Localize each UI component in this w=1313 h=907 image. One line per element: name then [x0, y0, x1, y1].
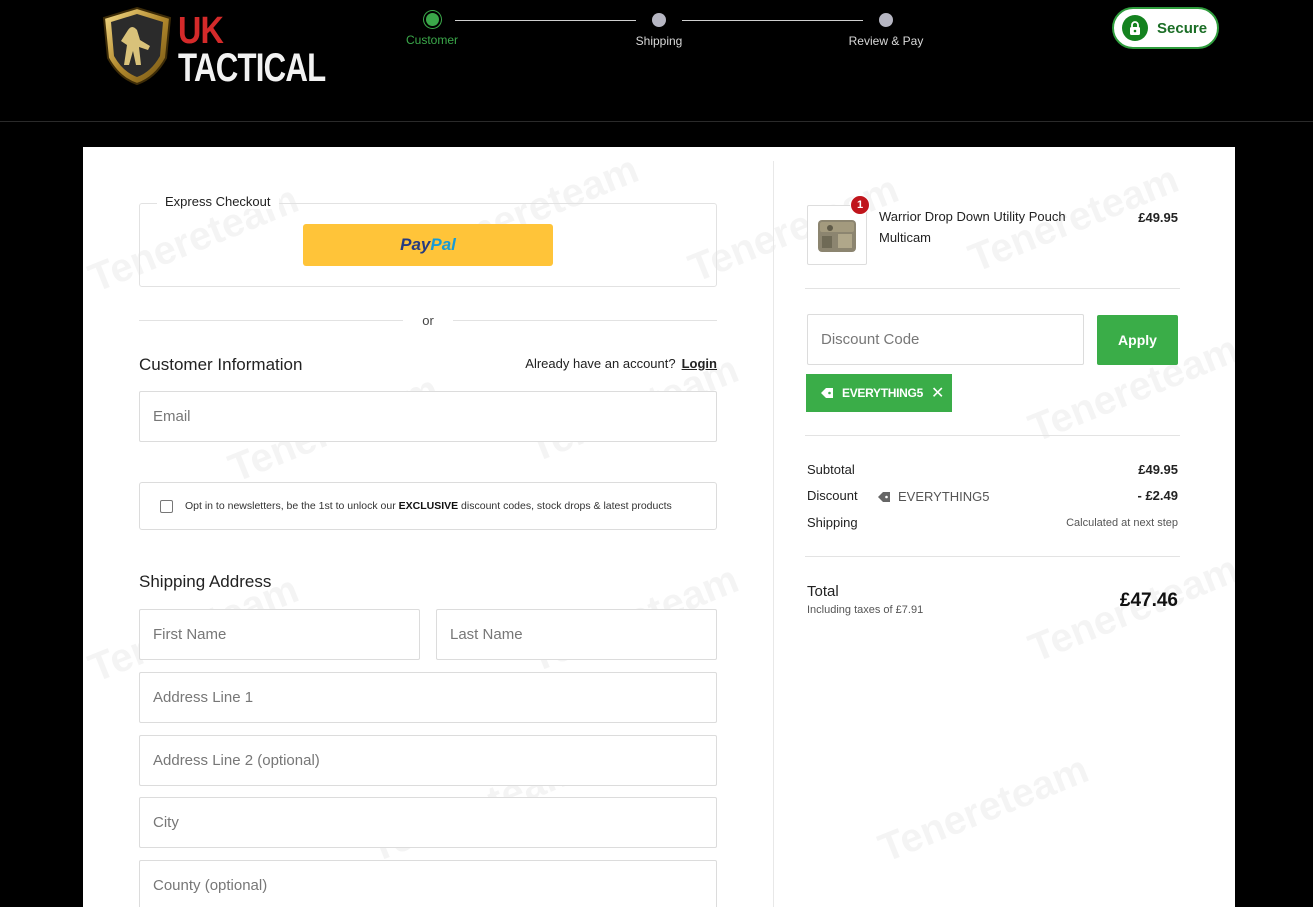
address-line-2-field[interactable] [139, 735, 717, 786]
discount-code-text: EVERYTHING5 [898, 489, 990, 504]
step-dot [652, 13, 666, 27]
login-link[interactable]: Login [682, 356, 717, 371]
watermark: Tenereteam [873, 747, 1095, 872]
or-separator: or [139, 310, 717, 330]
last-name-field[interactable] [436, 609, 717, 660]
site-header: UK TACTICAL Customer Shipping Review & P… [0, 0, 1313, 122]
first-name-field[interactable] [139, 609, 420, 660]
county-field[interactable] [139, 860, 717, 907]
tag-icon [878, 491, 890, 502]
subtotal-value: £49.95 [1138, 462, 1178, 477]
subtotal-row: Subtotal £49.95 [807, 462, 1178, 482]
paypal-button[interactable]: Pay Pal [303, 224, 553, 266]
tag-icon [821, 388, 833, 398]
summary-divider [805, 556, 1180, 557]
remove-discount-icon[interactable]: ✕ [931, 383, 944, 403]
applied-discount-code: EVERYTHING5 [842, 386, 923, 400]
summary-divider [805, 288, 1180, 289]
last-name-input[interactable] [437, 610, 716, 659]
discount-code-display: EVERYTHING5 [877, 489, 990, 504]
product-name: Warrior Drop Down Utility Pouch Multicam [879, 209, 1066, 245]
newsletter-checkbox[interactable] [160, 499, 173, 513]
discount-value: - £2.49 [1137, 488, 1178, 503]
shipping-address-title: Shipping Address [139, 572, 272, 591]
column-divider [773, 161, 774, 907]
shipping-value: Calculated at next step [1066, 517, 1178, 529]
optin-text-post: discount codes, stock drops & latest pro… [458, 500, 672, 512]
address-line-2-input[interactable] [140, 736, 716, 785]
discount-code-input[interactable] [808, 315, 1083, 364]
step-label: Customer [405, 33, 458, 47]
checkout-progress: Customer Shipping Review & Pay [400, 12, 940, 62]
express-checkout-box: Express Checkout Pay Pal [139, 194, 717, 287]
summary-divider [805, 435, 1180, 436]
total-value: £47.46 [1119, 590, 1178, 611]
quantity-badge: 1 [850, 195, 870, 215]
logo-text-tactical: TACTICAL [178, 46, 326, 90]
subtotal-label: Subtotal [807, 462, 855, 477]
discount-code-field[interactable] [807, 314, 1084, 365]
secure-label: Secure [1157, 19, 1208, 37]
paypal-logo-text: Pal [430, 235, 456, 254]
tax-note: Including taxes of £7.91 [807, 604, 924, 616]
account-prompt-row: Already have an account? Login [413, 356, 717, 371]
optin-text-pre: Opt in to newsletters, be the 1st to unl… [185, 500, 399, 512]
lock-icon [1122, 15, 1148, 41]
customer-info-title: Customer Information [139, 355, 303, 374]
applied-discount-tag: EVERYTHING5 ✕ [806, 374, 952, 412]
address-line-1-input[interactable] [140, 673, 716, 722]
secure-badge: Secure [1112, 7, 1219, 49]
step-customer[interactable]: Customer [377, 12, 487, 47]
shipping-row: Shipping Calculated at next step [807, 515, 1178, 535]
uk-tactical-logo[interactable]: UK TACTICAL [100, 6, 326, 90]
account-prompt-text: Already have an account? [525, 356, 676, 371]
address-line-1-field[interactable] [139, 672, 717, 723]
county-input[interactable] [140, 861, 716, 907]
shipping-label: Shipping [807, 515, 858, 530]
step-review-pay[interactable]: Review & Pay [831, 12, 941, 48]
shield-soldier-icon [102, 6, 172, 86]
discount-row: Discount EVERYTHING5 - £2.49 [807, 488, 1178, 508]
discount-label: Discount [807, 488, 858, 503]
step-dot [425, 13, 439, 26]
apply-discount-button[interactable]: Apply [1097, 315, 1178, 365]
email-input[interactable] [140, 392, 716, 441]
step-dot [879, 13, 893, 27]
optin-text-bold: EXCLUSIVE [398, 500, 459, 512]
newsletter-optin[interactable]: Opt in to newsletters, be the 1st to unl… [139, 482, 717, 530]
product-price: £49.95 [1138, 210, 1178, 225]
step-shipping[interactable]: Shipping [604, 12, 714, 48]
city-field[interactable] [139, 797, 717, 848]
paypal-logo-text: Pay [400, 235, 431, 254]
email-field[interactable] [139, 391, 717, 442]
checkout-card: Tenereteam Tenereteam Tenereteam Teneret… [83, 147, 1235, 907]
first-name-input[interactable] [140, 610, 419, 659]
total-label: Total [807, 583, 839, 600]
express-checkout-label: Express Checkout [157, 194, 279, 209]
step-label: Review & Pay [848, 34, 924, 48]
newsletter-optin-text: Opt in to newsletters, be the 1st to unl… [185, 500, 672, 512]
step-label: Shipping [635, 34, 683, 48]
or-text: or [422, 313, 434, 328]
city-input[interactable] [140, 798, 716, 847]
